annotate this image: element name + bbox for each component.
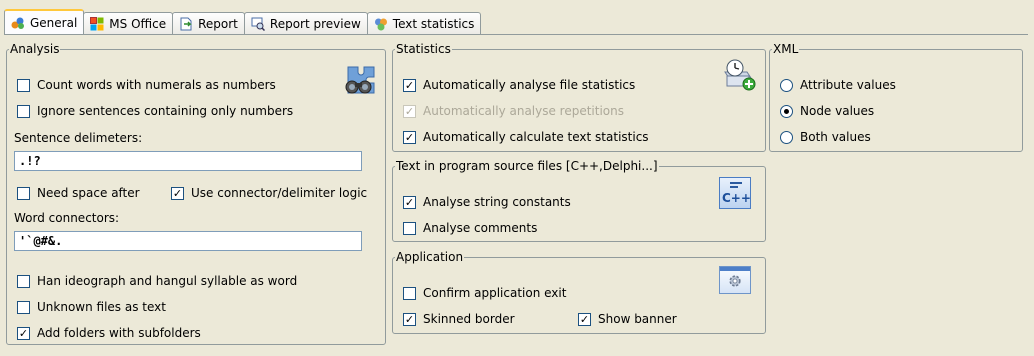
tab-label: MS Office	[109, 16, 167, 31]
checkbox-label: Use connector/delimiter logic	[191, 186, 368, 200]
tab-ms-office[interactable]: MS Office	[83, 12, 174, 34]
string-constants-checkbox[interactable]: Analyse string constants	[403, 193, 571, 211]
checkbox-box[interactable]	[17, 78, 30, 92]
tab-report[interactable]: Report	[172, 12, 245, 34]
checkbox-label: Unknown files as text	[37, 300, 166, 314]
skinned-border-checkbox[interactable]: Skinned border	[403, 310, 515, 328]
checkbox-label: Analyse string constants	[423, 195, 571, 209]
auto-file-stats-checkbox[interactable]: Automatically analyse file statistics	[403, 76, 635, 94]
radio-button[interactable]	[780, 104, 793, 118]
tab-general[interactable]: General	[4, 9, 85, 34]
xml-both-values-radio[interactable]: Both values	[780, 128, 871, 146]
analysis-puzzle-binoculars-icon	[345, 66, 375, 94]
checkbox-label: Skinned border	[423, 312, 515, 326]
sentence-delimiters-label: Sentence delimeters:	[14, 131, 143, 145]
checkbox-box[interactable]	[403, 286, 416, 300]
checkbox-label: Han ideograph and hangul syllable as wor…	[37, 274, 298, 288]
add-folders-checkbox[interactable]: Add folders with subfolders	[17, 324, 201, 342]
analysis-group-title: Analysis	[10, 42, 60, 56]
cpp-icon: C++	[719, 177, 751, 209]
auto-repetitions-checkbox: Automatically analyse repetitions	[403, 102, 624, 120]
checkbox-label: Confirm application exit	[423, 286, 567, 300]
checkbox-label: Ignore sentences containing only numbers	[37, 104, 294, 118]
tab-report-preview[interactable]: Report preview	[243, 12, 368, 34]
checkbox-label: Count words with numerals as numbers	[37, 78, 276, 92]
analysis-group: Analysis Count words with numerals as nu…	[6, 42, 386, 345]
source-files-group: Text in program source files [C++,Delphi…	[392, 159, 766, 242]
checkbox-box[interactable]	[403, 130, 416, 144]
statistics-group: Statistics Automatically analyse file st…	[392, 42, 766, 152]
radio-label: Node values	[800, 104, 875, 118]
checkbox-box[interactable]	[171, 186, 184, 200]
tab-label: Report	[198, 16, 238, 31]
checkbox-label: Automatically analyse file statistics	[423, 78, 636, 92]
checkbox-box[interactable]	[17, 326, 30, 340]
checkbox-label: Add folders with subfolders	[37, 326, 201, 340]
tab-bar: General MS Office Report Report preview …	[4, 9, 482, 34]
ms-office-tab-icon	[90, 16, 104, 30]
count-numerals-checkbox[interactable]: Count words with numerals as numbers	[17, 76, 276, 94]
checkbox-label: Show banner	[598, 312, 677, 326]
tab-label: Text statistics	[392, 16, 475, 31]
confirm-exit-checkbox[interactable]: Confirm application exit	[403, 284, 566, 302]
analyse-comments-checkbox[interactable]: Analyse comments	[403, 219, 537, 237]
checkbox-label: Need space after	[37, 186, 140, 200]
checkbox-box[interactable]	[403, 221, 416, 235]
checkbox-box[interactable]	[403, 78, 416, 92]
tab-label: Report preview	[269, 16, 361, 31]
xml-group-title: XML	[773, 42, 799, 56]
source-files-group-title: Text in program source files [C++,Delphi…	[396, 159, 658, 173]
checkbox-box[interactable]	[578, 312, 591, 326]
xml-attribute-values-radio[interactable]: Attribute values	[780, 76, 896, 94]
statistics-group-title: Statistics	[396, 42, 451, 56]
checkbox-label: Analyse comments	[423, 221, 538, 235]
ignore-sentences-checkbox[interactable]: Ignore sentences containing only numbers	[17, 102, 293, 120]
checkbox-label: Automatically analyse repetitions	[423, 104, 625, 118]
radio-button[interactable]	[780, 78, 793, 92]
checkbox-label: Automatically calculate text statistics	[423, 130, 649, 144]
checkbox-box[interactable]	[17, 274, 30, 288]
checkbox-box[interactable]	[17, 104, 30, 118]
auto-text-stats-checkbox[interactable]: Automatically calculate text statistics	[403, 128, 649, 146]
xml-group: XML Attribute values Node values Both va…	[769, 42, 1023, 152]
application-group: Application Confirm application exit Ski…	[392, 250, 766, 334]
application-settings-icon	[719, 266, 751, 294]
statistics-clock-icon	[724, 59, 756, 91]
xml-node-values-radio[interactable]: Node values	[780, 102, 874, 120]
han-ideograph-checkbox[interactable]: Han ideograph and hangul syllable as wor…	[17, 272, 297, 290]
word-connectors-input[interactable]	[14, 231, 362, 251]
tab-text-statistics[interactable]: Text statistics	[366, 12, 482, 34]
unknown-files-checkbox[interactable]: Unknown files as text	[17, 298, 166, 316]
checkbox-box[interactable]	[17, 186, 30, 200]
checkbox-box[interactable]	[403, 195, 416, 209]
tab-label: General	[30, 15, 78, 30]
cpp-icon-label: C++	[722, 191, 751, 205]
checkbox-box[interactable]	[17, 300, 30, 314]
report-tab-icon	[180, 17, 192, 30]
text-statistics-tab-icon	[374, 18, 387, 30]
general-tab-panel: Analysis Count words with numerals as nu…	[4, 34, 1028, 355]
radio-label: Attribute values	[800, 78, 896, 92]
show-banner-checkbox[interactable]: Show banner	[578, 310, 677, 328]
application-group-title: Application	[396, 250, 464, 264]
radio-button[interactable]	[780, 130, 793, 144]
radio-label: Both values	[800, 130, 871, 144]
checkbox-box[interactable]	[403, 312, 416, 326]
general-tab-icon	[11, 17, 24, 29]
sentence-delimiters-input[interactable]	[14, 151, 362, 171]
gear-icon	[729, 275, 741, 287]
need-space-after-checkbox[interactable]: Need space after	[17, 184, 140, 202]
report-preview-tab-icon	[251, 17, 265, 31]
use-connector-logic-checkbox[interactable]: Use connector/delimiter logic	[171, 184, 367, 202]
checkbox-box	[403, 104, 416, 118]
word-connectors-label: Word connectors:	[14, 211, 120, 225]
